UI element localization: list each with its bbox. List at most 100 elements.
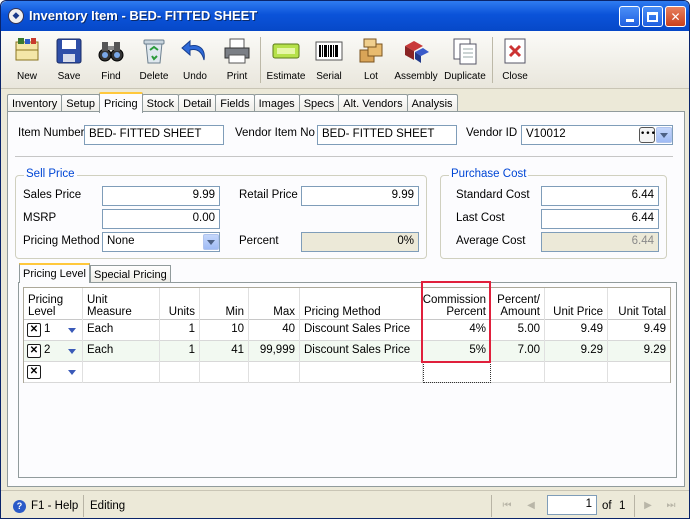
units-cell[interactable]: 1 — [160, 320, 200, 341]
estimate-button[interactable]: Estimate — [267, 35, 305, 87]
col-units[interactable]: Units — [160, 288, 200, 320]
next-record-icon[interactable]: ▶ — [642, 499, 654, 511]
min-cell[interactable]: 10 — [200, 320, 249, 341]
pricing-method-cell[interactable]: Discount Sales Price — [300, 341, 423, 362]
close-button[interactable]: Close — [499, 35, 531, 87]
lot-button[interactable]: Lot — [355, 35, 387, 87]
maximize-button[interactable] — [642, 6, 663, 27]
undo-button[interactable]: Undo — [179, 35, 211, 87]
grid-header: Pricing Level Unit Measure Units Min Max… — [24, 288, 670, 320]
printer-icon — [221, 35, 253, 67]
commission-highlight-box — [421, 281, 491, 363]
lookup-ellipsis-button[interactable]: ••• — [639, 127, 656, 143]
delete-button[interactable]: Delete — [138, 35, 170, 87]
duplicate-button[interactable]: Duplicate — [443, 35, 487, 87]
assembly-button[interactable]: Assembly — [394, 35, 438, 87]
of-label: of — [602, 500, 612, 512]
help-status[interactable]: ? F1 - Help — [13, 496, 78, 516]
standard-cost-field[interactable]: 6.44 — [541, 186, 659, 206]
level-dropdown[interactable] — [66, 344, 78, 358]
lot-boxes-icon — [355, 35, 387, 67]
barcode-icon — [313, 35, 345, 67]
table-row[interactable]: ✕ 2 Each 1 41 99,999 Discount Sales Pric… — [24, 341, 670, 362]
commission-cell-focused[interactable] — [423, 362, 491, 383]
tab-pricing[interactable]: Pricing — [99, 92, 143, 113]
recycle-bin-icon — [138, 35, 170, 67]
item-number-label: Item Number — [18, 127, 85, 139]
col-max[interactable]: Max — [249, 288, 300, 320]
page-number-input[interactable]: 1 — [547, 495, 597, 515]
percent-amount-cell[interactable] — [491, 362, 545, 383]
pricing-method-cell[interactable] — [300, 362, 423, 383]
units-cell[interactable] — [160, 362, 200, 383]
unit-measure-cell[interactable]: Each — [83, 320, 160, 341]
average-cost-field: 6.44 — [541, 232, 659, 252]
percent-amount-cell[interactable]: 5.00 — [491, 320, 545, 341]
tab-pricing-level[interactable]: Pricing Level — [19, 263, 90, 283]
units-cell[interactable]: 1 — [160, 341, 200, 362]
unit-price-cell[interactable] — [545, 362, 608, 383]
main-tabs: Inventory Setup Pricing Stock Detail Fie… — [7, 92, 458, 113]
unit-price-cell[interactable]: 9.49 — [545, 320, 608, 341]
toolbar: New Save Find Delete Undo Print Estimate… — [1, 31, 689, 89]
max-cell[interactable]: 99,999 — [249, 341, 300, 362]
ellipsis-icon: ••• — [640, 129, 656, 139]
sales-price-field[interactable]: 9.99 — [102, 186, 220, 206]
max-cell[interactable] — [249, 362, 300, 383]
min-cell[interactable]: 41 — [200, 341, 249, 362]
level-dropdown[interactable] — [66, 323, 78, 337]
first-record-icon[interactable]: ⏮ — [501, 499, 513, 511]
save-button[interactable]: Save — [53, 35, 85, 87]
estimate-ticket-icon — [270, 35, 302, 67]
tab-special-pricing[interactable]: Special Pricing — [89, 265, 171, 283]
col-unit-price[interactable]: Unit Price — [545, 288, 608, 320]
level-cell: ✕ 1 — [24, 320, 83, 341]
unit-price-cell[interactable]: 9.29 — [545, 341, 608, 362]
delete-row-button[interactable]: ✕ — [27, 323, 41, 337]
last-cost-label: Last Cost — [456, 212, 505, 224]
average-cost-label: Average Cost — [456, 235, 526, 247]
minimize-button[interactable] — [619, 6, 640, 27]
pricing-level-grid: Pricing Level Unit Measure Units Min Max… — [23, 287, 671, 383]
print-button[interactable]: Print — [221, 35, 253, 87]
minimize-icon — [625, 18, 634, 22]
col-unit-measure[interactable]: Unit Measure — [83, 288, 160, 320]
table-row[interactable]: ✕ 1 Each 1 10 40 Discount Sales Price 4%… — [24, 320, 670, 341]
last-record-icon[interactable]: ⏭ — [665, 499, 677, 511]
pricing-method-label: Pricing Method — [23, 235, 100, 247]
pricing-method-cell[interactable]: Discount Sales Price — [300, 320, 423, 341]
status-divider — [83, 495, 84, 517]
level-dropdown[interactable] — [66, 365, 78, 379]
retail-price-field[interactable]: 9.99 — [301, 186, 419, 206]
previous-record-icon[interactable]: ◀ — [525, 499, 537, 511]
msrp-field[interactable]: 0.00 — [102, 209, 220, 229]
new-table-row[interactable]: ✕ — [24, 362, 670, 383]
pricing-subtabs: Pricing Level Special Pricing — [19, 263, 171, 283]
col-pricing-method[interactable]: Pricing Method — [300, 288, 423, 320]
serial-button[interactable]: Serial — [313, 35, 345, 87]
x-icon: ✕ — [29, 366, 39, 377]
title-bar[interactable]: ◆ Inventory Item - BED- FITTED SHEET ✕ — [1, 1, 689, 31]
unit-measure-cell[interactable] — [83, 362, 160, 383]
close-icon: ✕ — [670, 9, 681, 24]
total-pages: 1 — [619, 500, 626, 512]
item-number-field[interactable]: BED- FITTED SHEET — [84, 125, 224, 145]
pricing-method-dropdown[interactable] — [203, 234, 219, 250]
col-min[interactable]: Min — [200, 288, 249, 320]
find-button[interactable]: Find — [95, 35, 127, 87]
delete-row-button[interactable]: ✕ — [27, 365, 41, 379]
vendor-item-field[interactable]: BED- FITTED SHEET — [317, 125, 457, 145]
max-cell[interactable]: 40 — [249, 320, 300, 341]
min-cell[interactable] — [200, 362, 249, 383]
col-unit-total[interactable]: Unit Total — [608, 288, 670, 320]
vendor-id-dropdown[interactable] — [656, 127, 672, 143]
x-icon: ✕ — [29, 345, 39, 356]
unit-measure-cell[interactable]: Each — [83, 341, 160, 362]
col-percent-amount[interactable]: Percent/ Amount — [491, 288, 545, 320]
percent-amount-cell[interactable]: 7.00 — [491, 341, 545, 362]
delete-row-button[interactable]: ✕ — [27, 344, 41, 358]
col-pricing-level[interactable]: Pricing Level — [24, 288, 83, 320]
close-window-button[interactable]: ✕ — [665, 6, 686, 27]
last-cost-field[interactable]: 6.44 — [541, 209, 659, 229]
new-button[interactable]: New — [11, 35, 43, 87]
